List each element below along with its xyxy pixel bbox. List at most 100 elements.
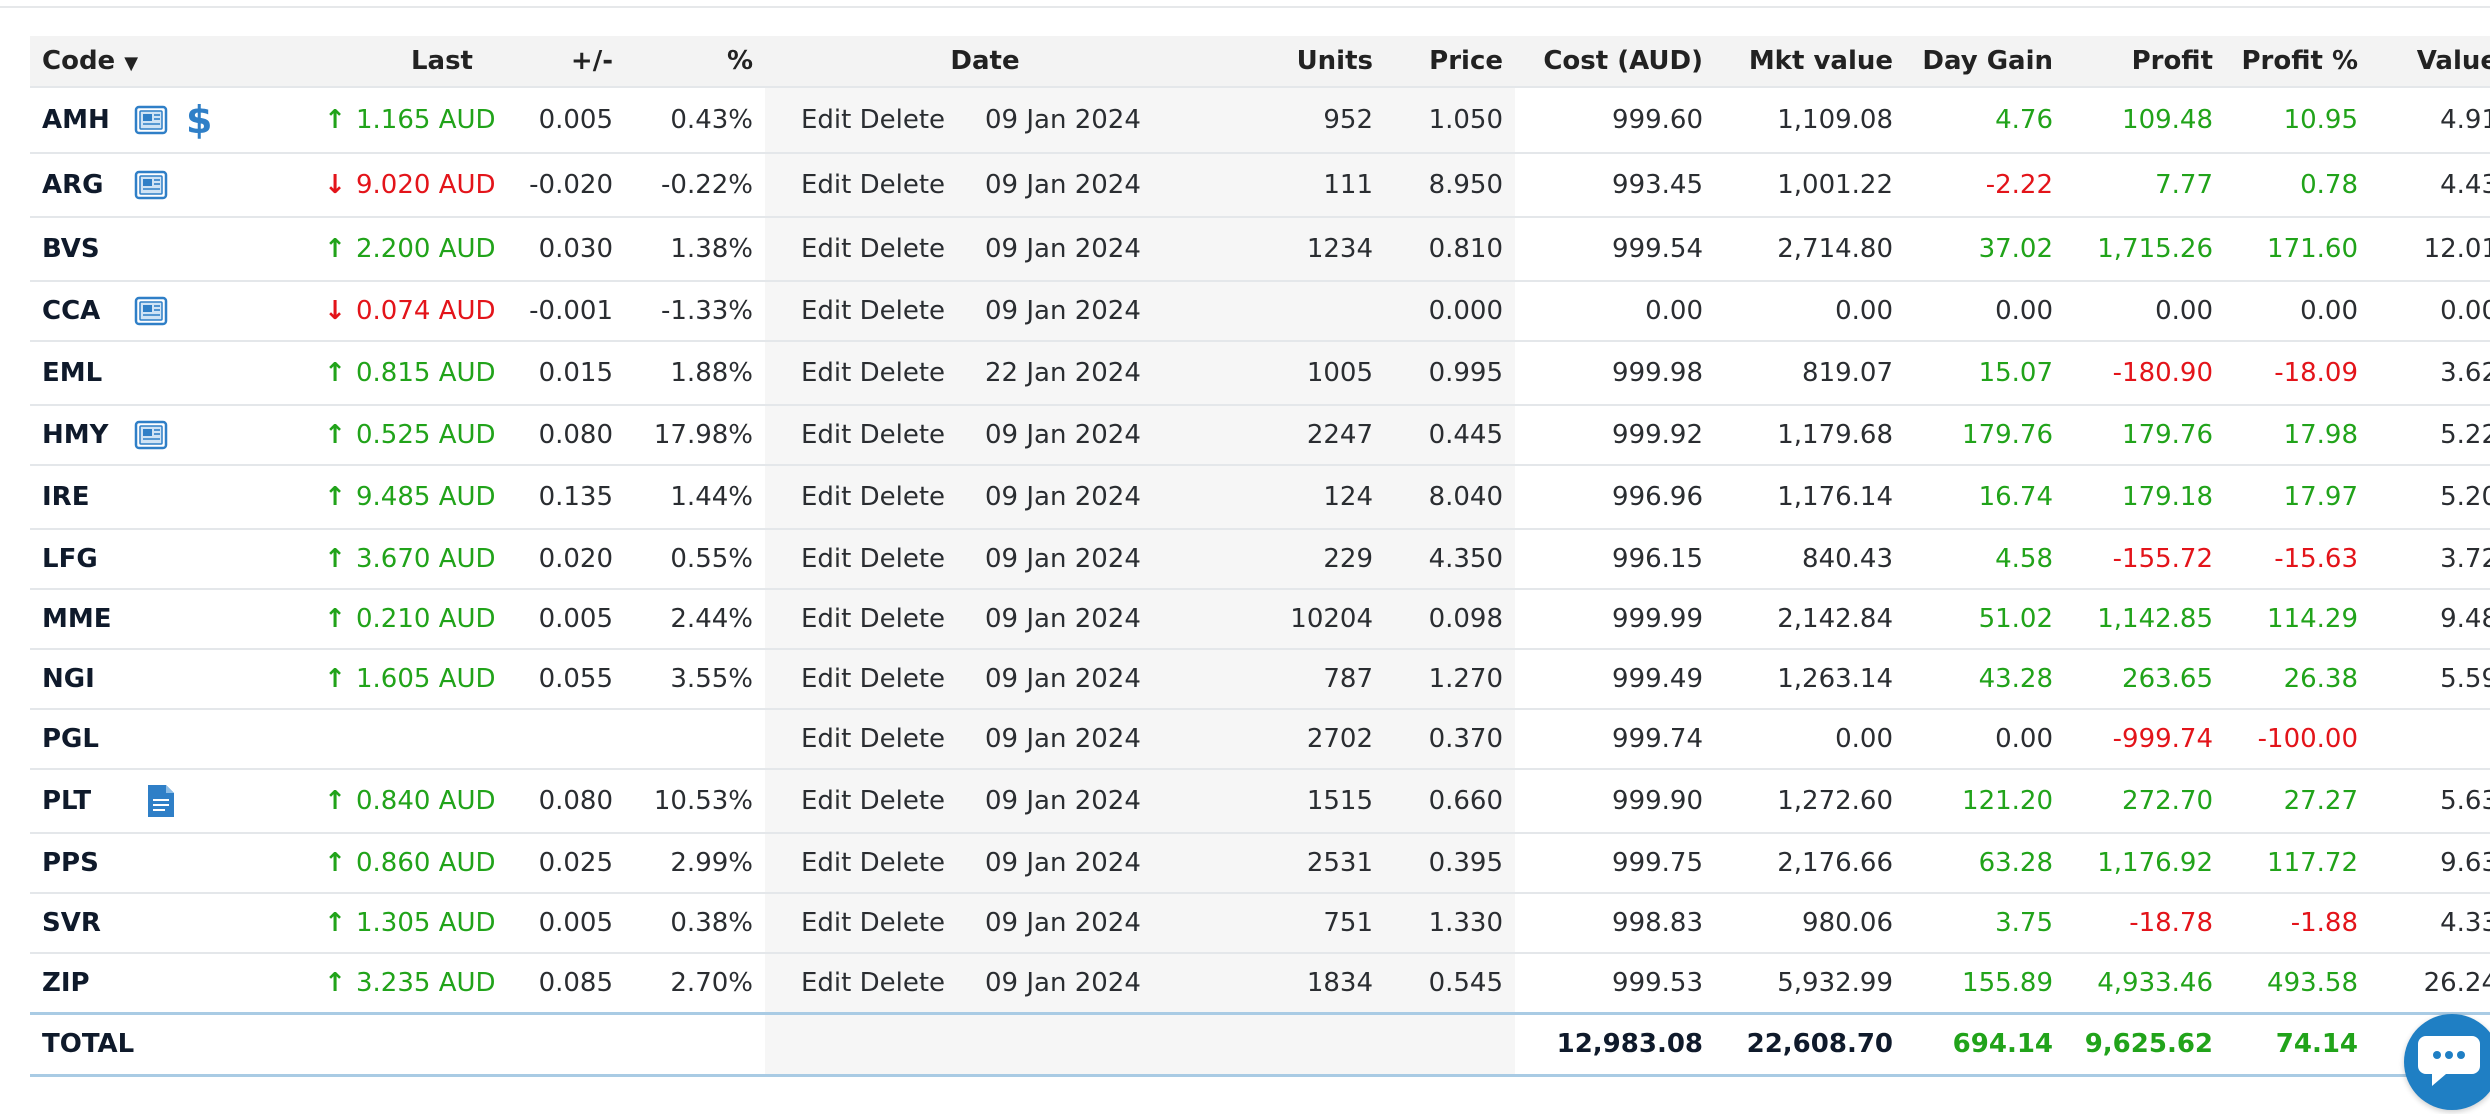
arrow-up-icon: ↑	[324, 234, 346, 264]
cell-actions: Edit Delete	[765, 86, 985, 153]
delete-link[interactable]: Delete	[860, 420, 945, 450]
news-icon[interactable]	[134, 418, 168, 452]
cell-value: 5.20	[2370, 464, 2490, 529]
edit-link[interactable]: Edit	[801, 105, 851, 135]
news-icon[interactable]	[134, 168, 168, 202]
header-date[interactable]: Date	[765, 36, 1206, 87]
cell-cost: 996.96	[1515, 464, 1716, 529]
delete-link[interactable]: Delete	[860, 544, 945, 574]
header-mkt-value[interactable]: Mkt value	[1715, 36, 1906, 87]
header-profit-pct[interactable]: Profit %	[2225, 36, 2371, 87]
delete-link[interactable]: Delete	[860, 234, 945, 264]
news-icon[interactable]	[134, 103, 168, 137]
cell-price: 0.370	[1385, 708, 1516, 769]
table-body: AMH $ ↑ 1.165 AUD 0.005 0.43% Edit Delete 09 Ja…	[30, 86, 2490, 1077]
delete-link[interactable]: Delete	[860, 105, 945, 135]
cell-code[interactable]: SVR	[30, 892, 130, 953]
edit-link[interactable]: Edit	[801, 968, 851, 998]
cell-code[interactable]: LFG	[30, 528, 130, 589]
edit-link[interactable]: Edit	[801, 848, 851, 878]
cell-code[interactable]: PLT	[30, 768, 130, 833]
cell-actions: Edit Delete	[765, 340, 985, 405]
header-pct[interactable]: %	[625, 36, 765, 87]
edit-link[interactable]: Edit	[801, 786, 851, 816]
header-change[interactable]: +/-	[485, 36, 625, 87]
cell-icons	[130, 768, 310, 833]
cell-last: ↑ 3.670 AUD	[310, 528, 496, 589]
cell-mkt-value: 2,714.80	[1715, 216, 1906, 281]
delete-link[interactable]: Delete	[860, 358, 945, 388]
table-row: IRE ↑ 9.485 AUD 0.135 1.44% Edit Delete 09 Jan…	[30, 464, 2490, 529]
cell-day-gain: 43.28	[1905, 648, 2066, 709]
dollar-icon[interactable]: $	[186, 101, 212, 139]
cell-code[interactable]: HMY	[30, 404, 130, 465]
delete-link[interactable]: Delete	[860, 296, 945, 326]
edit-link[interactable]: Edit	[801, 296, 851, 326]
edit-link[interactable]: Edit	[801, 482, 851, 512]
cell-pct: 1.88%	[625, 340, 765, 405]
cell-code[interactable]: AMH	[30, 86, 130, 153]
cell-pct: 1.38%	[625, 216, 765, 281]
cell-code[interactable]: ARG	[30, 152, 130, 217]
cell-code[interactable]: BVS	[30, 216, 130, 281]
delete-link[interactable]: Delete	[860, 604, 945, 634]
sort-caret-down-icon[interactable]: ▼	[124, 53, 138, 74]
cell-change	[485, 708, 625, 769]
edit-link[interactable]: Edit	[801, 420, 851, 450]
cell-price: 0.098	[1385, 588, 1516, 649]
cell-code[interactable]: MME	[30, 588, 130, 649]
last-price: 0.525 AUD	[356, 420, 496, 450]
edit-link[interactable]: Edit	[801, 358, 851, 388]
header-price[interactable]: Price	[1385, 36, 1516, 87]
cell-actions: Edit Delete	[765, 528, 985, 589]
cell-pct	[625, 708, 765, 769]
header-profit[interactable]: Profit	[2065, 36, 2226, 87]
table-row: PLT ↑ 0.840 AUD 0.080 10.53% Edit Delete 09 Ja…	[30, 768, 2490, 833]
last-price: 2.200 AUD	[356, 234, 496, 264]
header-last[interactable]: Last	[310, 36, 485, 87]
header-cost[interactable]: Cost (AUD)	[1515, 36, 1716, 87]
document-icon[interactable]	[144, 783, 178, 819]
cell-units: 124	[1205, 464, 1386, 529]
cell-pct: 3.55%	[625, 648, 765, 709]
edit-link[interactable]: Edit	[801, 234, 851, 264]
cell-code[interactable]: PGL	[30, 708, 130, 769]
edit-link[interactable]: Edit	[801, 724, 851, 754]
total-profit-pct: 74.14	[2225, 1011, 2371, 1077]
cell-change: 0.005	[485, 588, 625, 649]
cell-code[interactable]: ZIP	[30, 952, 130, 1013]
portfolio-table-container: Code ▼ Last +/- % Date Units Price Cost …	[30, 36, 2490, 1077]
header-code[interactable]: Code ▼	[30, 36, 138, 87]
cell-change: 0.005	[485, 86, 625, 153]
delete-link[interactable]: Delete	[860, 848, 945, 878]
cell-actions: Edit Delete	[765, 892, 985, 953]
edit-link[interactable]: Edit	[801, 664, 851, 694]
header-day-gain[interactable]: Day Gain	[1905, 36, 2066, 87]
news-icon[interactable]	[134, 294, 168, 328]
table-row: NGI ↑ 1.605 AUD 0.055 3.55% Edit Delete 09 Jan…	[30, 648, 2490, 709]
cell-code[interactable]: CCA	[30, 280, 130, 341]
cell-code[interactable]: EML	[30, 340, 130, 405]
cell-actions: Edit Delete	[765, 152, 985, 217]
cell-last: ↑ 1.305 AUD	[310, 892, 496, 953]
edit-link[interactable]: Edit	[801, 170, 851, 200]
cell-code[interactable]: PPS	[30, 832, 130, 893]
cell-units: 2702	[1205, 708, 1386, 769]
delete-link[interactable]: Delete	[860, 482, 945, 512]
cell-code[interactable]: NGI	[30, 648, 130, 709]
chat-button[interactable]	[2404, 1014, 2490, 1110]
header-value[interactable]: Value	[2370, 36, 2490, 87]
delete-link[interactable]: Delete	[860, 170, 945, 200]
delete-link[interactable]: Delete	[860, 664, 945, 694]
delete-link[interactable]: Delete	[860, 908, 945, 938]
edit-link[interactable]: Edit	[801, 544, 851, 574]
header-units[interactable]: Units	[1205, 36, 1386, 87]
cell-code[interactable]: IRE	[30, 464, 130, 529]
delete-link[interactable]: Delete	[860, 724, 945, 754]
edit-link[interactable]: Edit	[801, 604, 851, 634]
delete-link[interactable]: Delete	[860, 968, 945, 998]
cell-price: 0.395	[1385, 832, 1516, 893]
cell-last: ↑ 3.235 AUD	[310, 952, 496, 1013]
delete-link[interactable]: Delete	[860, 786, 945, 816]
edit-link[interactable]: Edit	[801, 908, 851, 938]
